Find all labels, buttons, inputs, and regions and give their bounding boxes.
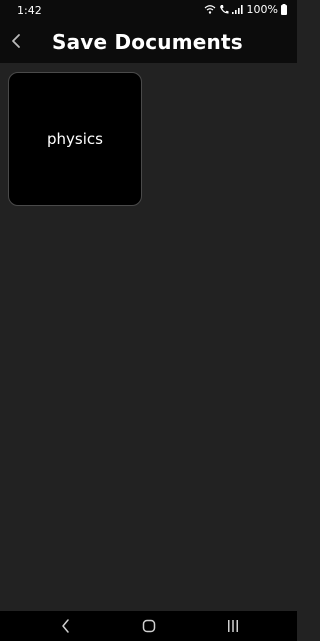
status-bar: 1:42 100% bbox=[0, 0, 297, 22]
recents-nav-icon[interactable] bbox=[223, 617, 243, 635]
battery-icon bbox=[281, 4, 287, 15]
back-nav-icon[interactable] bbox=[56, 617, 76, 635]
folder-label: physics bbox=[47, 130, 103, 148]
signal-icon bbox=[231, 4, 243, 15]
folder-card-physics[interactable]: physics bbox=[8, 72, 142, 206]
home-nav-icon[interactable] bbox=[139, 617, 159, 635]
battery-percentage: 100% bbox=[246, 3, 278, 16]
status-icons: 100% bbox=[204, 3, 287, 16]
status-time: 1:42 bbox=[17, 4, 42, 17]
page-title: Save Documents bbox=[52, 30, 243, 54]
system-nav-bar bbox=[0, 611, 297, 641]
call-icon bbox=[219, 4, 229, 15]
wifi-icon bbox=[204, 4, 216, 15]
screen: 1:42 100% Save Documents physics bbox=[0, 0, 297, 641]
documents-grid: physics bbox=[0, 63, 297, 611]
app-bar: Save Documents bbox=[0, 22, 297, 63]
chevron-left-icon[interactable] bbox=[6, 31, 26, 51]
